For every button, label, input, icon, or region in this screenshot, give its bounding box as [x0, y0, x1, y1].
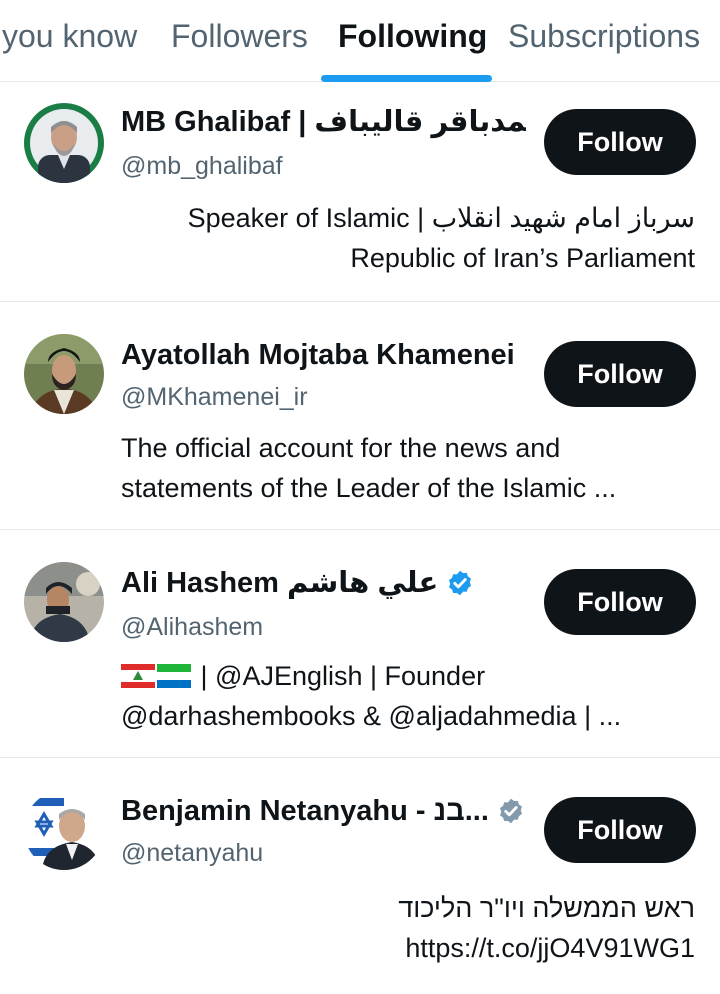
- verified-badge-icon: [499, 798, 522, 824]
- lebanon-flag-icon: [121, 664, 155, 688]
- follow-button[interactable]: Follow: [544, 109, 696, 175]
- account-name-line[interactable]: MB Ghalibaf | محمدباقر قالیباف: [121, 104, 526, 140]
- account-handle[interactable]: @netanyahu: [121, 837, 263, 869]
- list-item[interactable]: Ali Hashem علي هاشم @Alihashem Follow | …: [0, 530, 720, 758]
- account-handle[interactable]: @mb_ghalibaf: [121, 150, 283, 182]
- bio-line: statements of the Leader of the Islamic …: [121, 473, 617, 503]
- tab-subscriptions[interactable]: Subscriptions: [508, 16, 700, 56]
- list-item[interactable]: MB Ghalibaf | محمدباقر قالیباف @mb_ghali…: [0, 83, 720, 302]
- bio-line: Speaker of Islamic | سرباز امام شهيد انق…: [187, 203, 695, 233]
- account-name-line[interactable]: Ayatollah Mojtaba Khamenei: [121, 337, 515, 373]
- tab-followers[interactable]: Followers: [171, 16, 308, 56]
- verified-badge-icon: [449, 570, 472, 596]
- bio-text: | @AJEnglish | Founder: [200, 661, 486, 691]
- account-handle[interactable]: @MKhamenei_ir: [121, 381, 308, 413]
- tab-bar: you know Followers Following Subscriptio…: [0, 0, 720, 82]
- avatar[interactable]: [24, 790, 104, 870]
- follow-button[interactable]: Follow: [544, 569, 696, 635]
- account-name[interactable]: MB Ghalibaf | محمدباقر قالیباف: [121, 104, 526, 140]
- active-tab-indicator: [321, 75, 492, 82]
- follow-button[interactable]: Follow: [544, 341, 696, 407]
- tab-following[interactable]: Following: [338, 16, 487, 56]
- bio-link[interactable]: https://t.co/jjO4V91WG1: [405, 928, 695, 968]
- follow-button[interactable]: Follow: [544, 797, 696, 863]
- tab-people-you-know[interactable]: you know: [2, 16, 137, 56]
- account-name-line[interactable]: Ali Hashem علي هاشم: [121, 565, 474, 601]
- account-name[interactable]: Benjamin Netanyahu - בנ...: [121, 793, 489, 829]
- avatar[interactable]: [24, 562, 104, 642]
- bio-line: The official account for the news and: [121, 433, 561, 463]
- bio-line: Republic of Iran’s Parliament: [350, 243, 695, 273]
- bio-line: @darhashembooks & @aljadahmedia | ...: [121, 701, 622, 731]
- account-name[interactable]: Ayatollah Mojtaba Khamenei: [121, 337, 515, 373]
- sierra-leone-flag-icon: [157, 664, 191, 688]
- list-item[interactable]: Benjamin Netanyahu - בנ... @netanyahu Fo…: [0, 758, 720, 994]
- avatar[interactable]: [24, 334, 104, 414]
- bio-line: | @AJEnglish | Founder: [121, 656, 485, 696]
- account-name-line[interactable]: Benjamin Netanyahu - בנ...: [121, 793, 525, 829]
- account-handle[interactable]: @Alihashem: [121, 611, 263, 643]
- bio-line: ראש הממשלה ויו"ר הליכוד: [398, 893, 695, 923]
- list-item[interactable]: Ayatollah Mojtaba Khamenei @MKhamenei_ir…: [0, 302, 720, 530]
- avatar[interactable]: [24, 103, 104, 183]
- account-name[interactable]: Ali Hashem علي هاشم: [121, 565, 438, 601]
